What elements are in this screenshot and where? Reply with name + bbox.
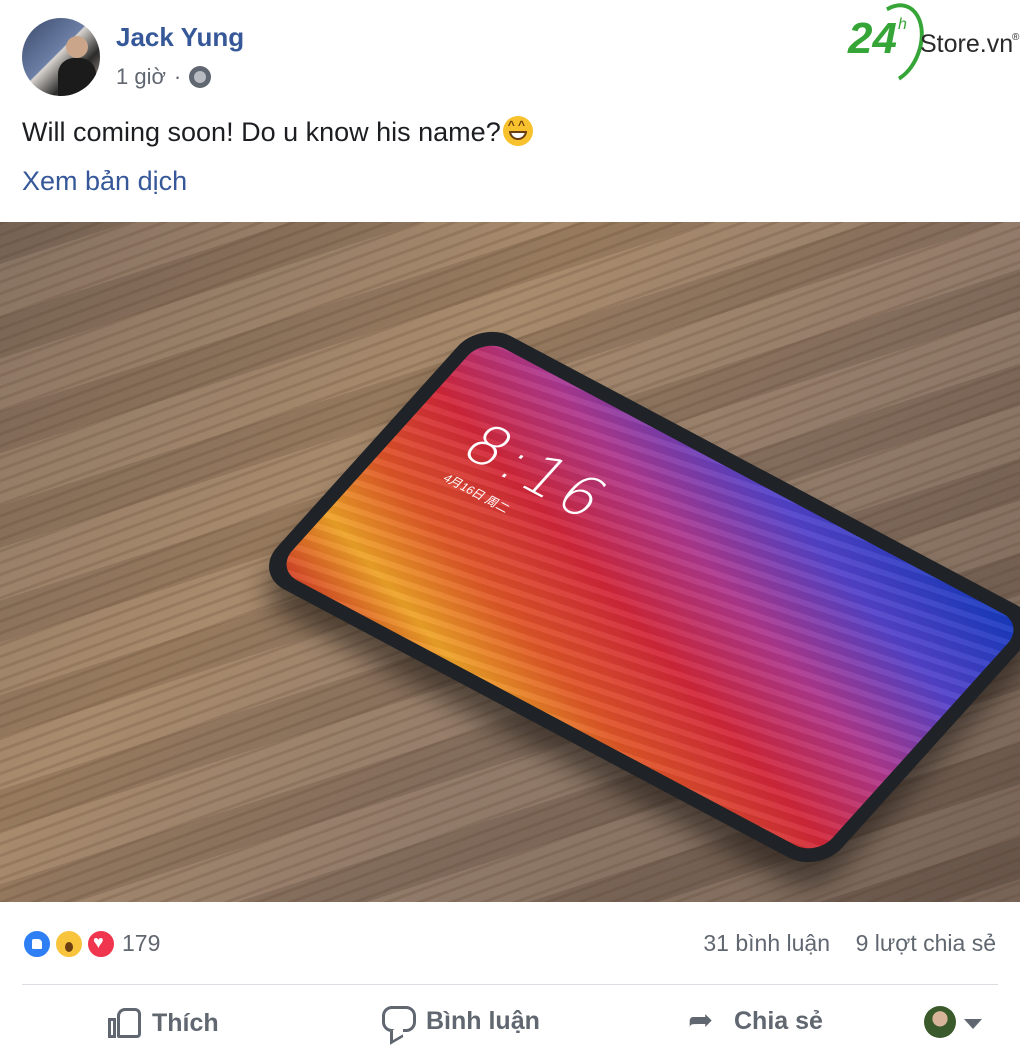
avatar-person-head [66,36,88,58]
love-reaction-icon[interactable] [86,929,116,959]
viewer-avatar[interactable] [924,1006,956,1038]
post-actions: Thích Bình luận ➦ Chia sẻ [0,986,1020,1056]
store-watermark-logo: 24 h Store.vn ® [846,0,1020,94]
comment-bubble-icon [382,1006,416,1036]
post-header: Jack Yung 1 giờ · 24 h Store.vn ® [0,0,1020,110]
post-meta: 1 giờ · [116,64,212,90]
phone-image: 8:16 4月16日 周二 [253,320,1020,874]
author-avatar[interactable] [22,18,100,96]
see-translation-link[interactable]: Xem bản dịch [22,166,187,197]
post-photo[interactable]: 8:16 4月16日 周二 [0,222,1020,902]
reactions-bar: 179 31 bình luận 9 lượt chia sẻ [0,902,1020,984]
logo-registered: ® [1012,32,1020,43]
share-button[interactable]: ➦ Chia sẻ [688,1006,823,1036]
phone-clock: 8:16 [448,411,625,533]
meta-separator: · [173,64,182,89]
logo-number: 24 [848,14,897,63]
like-button[interactable]: Thích [108,1006,219,1040]
globe-icon[interactable] [189,66,212,88]
post-message: Will coming soon! Do u know his name? [22,117,501,147]
actions-divider [22,984,998,985]
like-label: Thích [152,1008,219,1037]
share-label: Chia sẻ [734,1006,823,1035]
chevron-down-icon[interactable] [964,1019,982,1029]
reactions-count[interactable]: 179 [122,930,160,957]
avatar-person-body [58,58,96,96]
post-time[interactable]: 1 giờ [116,64,166,90]
wow-reaction-icon[interactable] [54,929,84,959]
share-arrow-icon: ➦ [688,1004,714,1037]
like-reaction-icon[interactable] [22,929,52,959]
author-name[interactable]: Jack Yung [116,22,244,53]
post-text: Will coming soon! Do u know his name? [22,116,533,148]
thumbs-up-icon [108,1006,142,1040]
comment-label: Bình luận [426,1006,540,1035]
logo-superscript: h [898,16,907,33]
logo-brand: Store.vn [920,30,1014,58]
comments-count[interactable]: 31 bình luận [703,930,830,957]
comment-button[interactable]: Bình luận [382,1006,540,1036]
grinning-emoji-icon [502,116,533,146]
shares-count[interactable]: 9 lượt chia sẻ [856,930,996,957]
